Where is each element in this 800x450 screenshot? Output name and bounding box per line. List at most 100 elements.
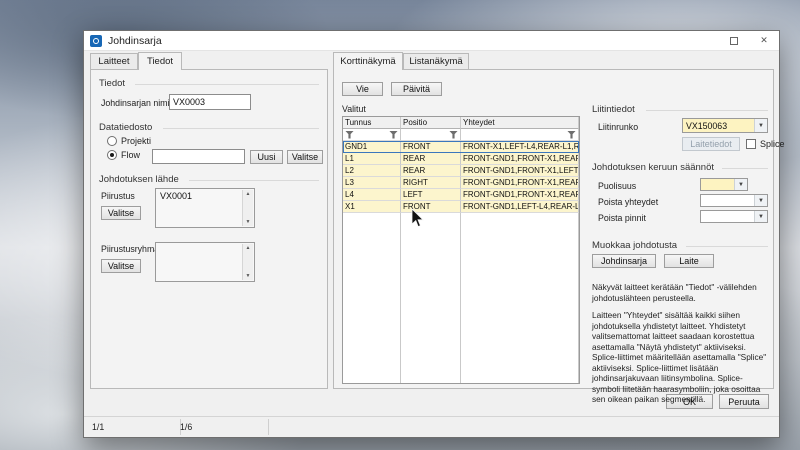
dropdown-arrow-icon[interactable]: ▼ bbox=[754, 195, 767, 206]
titlebar[interactable]: Johdinsarja ✕ bbox=[84, 31, 779, 51]
scroll-up-icon[interactable]: ▲ bbox=[246, 245, 251, 251]
cell-yhteydet[interactable]: FRONT-GND1,LEFT-L4,REAR-L1... bbox=[461, 201, 579, 213]
uusi-button[interactable]: Uusi bbox=[250, 150, 283, 164]
dropdown-arrow-icon[interactable]: ▼ bbox=[734, 179, 747, 190]
app-icon bbox=[90, 35, 102, 47]
cell-positio[interactable]: REAR bbox=[401, 153, 461, 165]
section-title-tiedot: Tiedot bbox=[99, 78, 125, 89]
cell-yhteydet[interactable]: FRONT-GND1,FRONT-X1,REAR-L... bbox=[461, 189, 579, 201]
laitetiedot-button-label: Laitetiedot bbox=[690, 139, 732, 149]
column-header-tunnus[interactable]: Tunnus bbox=[343, 117, 401, 129]
filter-cell[interactable] bbox=[461, 129, 579, 141]
piirustus-label: Piirustus bbox=[101, 191, 135, 201]
dropdown-arrow-icon[interactable]: ▼ bbox=[754, 211, 767, 222]
section-title-saannot: Johdotuksen keruun säännöt bbox=[592, 162, 714, 173]
info-paragraph-2: Laitteen "Yhteydet" sisältää kaikki siih… bbox=[592, 310, 770, 352]
table-row[interactable]: L3 RIGHT FRONT-GND1,FRONT-X1,REAR-... bbox=[343, 177, 579, 189]
table-row[interactable]: GND1 FRONT FRONT-X1,LEFT-L4,REAR-L1,R... bbox=[343, 141, 579, 153]
filter-icon[interactable] bbox=[389, 131, 398, 139]
info-paragraph-3: Splice-liittimet määritellään asettamall… bbox=[592, 352, 770, 405]
table-row[interactable]: X1 FRONT FRONT-GND1,LEFT-L4,REAR-L1... bbox=[343, 201, 579, 213]
harness-name-input[interactable]: VX0003 bbox=[169, 94, 251, 110]
filter-icon[interactable] bbox=[345, 131, 354, 139]
tab-laitteet[interactable]: Laitteet bbox=[90, 53, 138, 69]
scrollbar[interactable]: ▲▼ bbox=[242, 244, 253, 280]
piirustusryhma-listbox[interactable]: ▲▼ bbox=[155, 242, 255, 282]
cell-tunnus[interactable]: L1 bbox=[343, 153, 401, 165]
filter-icon[interactable] bbox=[449, 131, 458, 139]
cell-tunnus[interactable]: L4 bbox=[343, 189, 401, 201]
cell-positio[interactable]: RIGHT bbox=[401, 177, 461, 189]
table-empty-area bbox=[343, 213, 579, 383]
cell-yhteydet[interactable]: FRONT-GND1,FRONT-X1,LEFT-... bbox=[461, 165, 579, 177]
laite-button[interactable]: Laite bbox=[664, 254, 714, 268]
poista-yhteydet-label: Poista yhteydet bbox=[598, 197, 658, 207]
column-header-positio[interactable]: Positio bbox=[401, 117, 461, 129]
table-row[interactable]: L1 REAR FRONT-GND1,FRONT-X1,REAR-... bbox=[343, 153, 579, 165]
mouse-cursor bbox=[411, 208, 424, 228]
cell-tunnus[interactable]: X1 bbox=[343, 201, 401, 213]
cell-yhteydet[interactable]: FRONT-GND1,FRONT-X1,REAR-... bbox=[461, 177, 579, 189]
table-row[interactable]: L4 LEFT FRONT-GND1,FRONT-X1,REAR-L... bbox=[343, 189, 579, 201]
laite-button-label: Laite bbox=[679, 256, 699, 266]
vie-button-label: Vie bbox=[356, 84, 369, 94]
valitse-ryhma-label: Valitse bbox=[108, 261, 134, 271]
scroll-down-icon[interactable]: ▼ bbox=[246, 219, 251, 225]
scroll-up-icon[interactable]: ▲ bbox=[246, 191, 251, 197]
cell-tunnus[interactable]: L2 bbox=[343, 165, 401, 177]
cell-yhteydet[interactable]: FRONT-GND1,FRONT-X1,REAR-... bbox=[461, 153, 579, 165]
vie-button[interactable]: Vie bbox=[342, 82, 383, 96]
tab-tiedot[interactable]: Tiedot bbox=[138, 52, 182, 70]
table-filter-row bbox=[343, 129, 579, 141]
cell-positio[interactable]: LEFT bbox=[401, 189, 461, 201]
section-line bbox=[646, 110, 768, 111]
filter-icon[interactable] bbox=[567, 131, 576, 139]
radio-projekti-circle bbox=[107, 136, 117, 146]
poista-pinnit-combo[interactable]: ▼ bbox=[700, 210, 768, 223]
radio-projekti[interactable]: Projekti bbox=[107, 136, 151, 146]
maximize-button[interactable] bbox=[719, 31, 749, 50]
valitse-datafile-label: Valitse bbox=[292, 152, 318, 162]
puolisuus-value bbox=[701, 179, 734, 190]
scrollbar[interactable]: ▲▼ bbox=[242, 190, 253, 226]
scroll-down-icon[interactable]: ▼ bbox=[246, 273, 251, 279]
radio-flow[interactable]: Flow bbox=[107, 150, 140, 160]
johdinsarja-button[interactable]: Johdinsarja bbox=[592, 254, 656, 268]
table-row[interactable]: L2 REAR FRONT-GND1,FRONT-X1,LEFT-... bbox=[343, 165, 579, 177]
liitinrunko-combo[interactable]: VX150063 ▼ bbox=[682, 118, 768, 133]
devices-table: Tunnus Positio Yhteydet GND1 FRONT FRONT… bbox=[342, 116, 580, 384]
filter-cell[interactable] bbox=[401, 129, 461, 141]
cell-positio[interactable]: FRONT bbox=[401, 201, 461, 213]
status-cell-1: 1/1 bbox=[84, 419, 181, 435]
paivita-button[interactable]: Päivitä bbox=[391, 82, 442, 96]
tab-korttinakyma-label: Korttinäkymä bbox=[340, 56, 395, 67]
empty-cell bbox=[461, 213, 579, 383]
maximize-icon bbox=[730, 37, 738, 45]
flow-file-input[interactable] bbox=[152, 149, 245, 164]
poista-yhteydet-combo[interactable]: ▼ bbox=[700, 194, 768, 207]
status-1-value: 1/1 bbox=[92, 422, 104, 432]
valitse-datafile-button[interactable]: Valitse bbox=[287, 150, 323, 164]
section-title-lahde: Johdotuksen lähde bbox=[99, 174, 179, 185]
tab-korttinakyma[interactable]: Korttinäkymä bbox=[333, 52, 403, 70]
tab-listanakyma[interactable]: Listanäkymä bbox=[403, 53, 469, 69]
filter-cell[interactable] bbox=[343, 129, 401, 141]
cell-positio[interactable]: FRONT bbox=[401, 141, 461, 153]
cell-positio[interactable]: REAR bbox=[401, 165, 461, 177]
column-header-yhteydet[interactable]: Yhteydet bbox=[461, 117, 579, 129]
cell-tunnus[interactable]: L3 bbox=[343, 177, 401, 189]
liitinrunko-label: Liitinrunko bbox=[598, 122, 638, 132]
puolisuus-combo[interactable]: ▼ bbox=[700, 178, 748, 191]
laitetiedot-button[interactable]: Laitetiedot bbox=[682, 137, 740, 151]
piirustus-listbox[interactable]: VX0001 ▲▼ bbox=[155, 188, 255, 228]
splice-checkbox[interactable] bbox=[746, 139, 756, 149]
close-button[interactable]: ✕ bbox=[749, 31, 779, 50]
table-header-row: Tunnus Positio Yhteydet bbox=[343, 117, 579, 129]
dropdown-arrow-icon[interactable]: ▼ bbox=[754, 119, 767, 132]
cell-yhteydet[interactable]: FRONT-X1,LEFT-L4,REAR-L1,R... bbox=[461, 141, 579, 153]
splice-checkbox-row[interactable]: Splice bbox=[746, 139, 785, 149]
cell-tunnus[interactable]: GND1 bbox=[343, 141, 401, 153]
harness-name-value: VX0003 bbox=[173, 97, 205, 107]
valitse-piirustus-button[interactable]: Valitse bbox=[101, 206, 141, 220]
valitse-ryhma-button[interactable]: Valitse bbox=[101, 259, 141, 273]
